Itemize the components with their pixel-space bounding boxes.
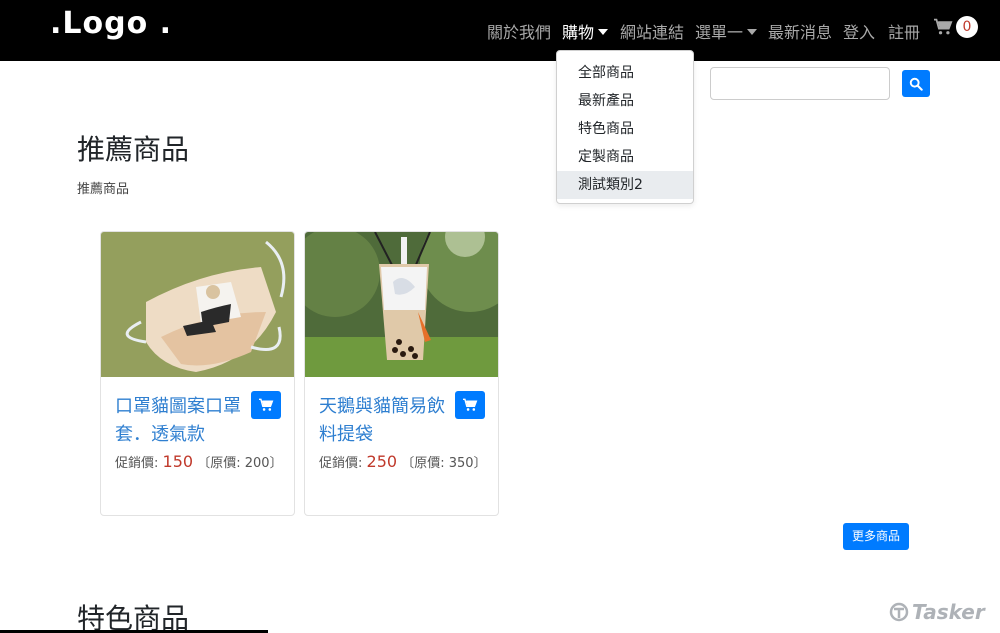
- search-input[interactable]: [710, 67, 890, 100]
- section-title-recommended: 推薦商品: [77, 133, 190, 166]
- original-price: 350: [448, 456, 474, 471]
- site-logo[interactable]: .Logo .: [50, 6, 172, 41]
- tasker-watermark: Tasker: [889, 600, 985, 624]
- dropdown-item-all-products[interactable]: 全部商品: [557, 59, 693, 87]
- section-subtitle-recommended: 推薦商品: [77, 182, 130, 197]
- cart-icon: [463, 398, 478, 411]
- promo-price: 150: [162, 452, 194, 471]
- product-card: 口罩貓圖案口罩套．透氣款 促銷價: 150 〔原價: 200〕: [100, 231, 295, 516]
- section-title-featured: 特色商品: [77, 602, 190, 633]
- dropdown-item-featured[interactable]: 特色商品: [557, 115, 693, 143]
- product-image[interactable]: [101, 232, 294, 377]
- tasker-logo-icon: [889, 602, 909, 622]
- product-name[interactable]: 口罩貓圖案口罩套．透氣款: [115, 393, 251, 449]
- cart-icon: [259, 398, 274, 411]
- product-price: 促銷價: 150 〔原價: 200〕: [115, 449, 285, 477]
- promo-price: 250: [366, 452, 398, 471]
- dropdown-item-test-category-2[interactable]: 測試類別2: [557, 171, 693, 199]
- product-card: 天鵝與貓簡易飲料提袋 促銷價: 250 〔原價: 350〕: [304, 231, 499, 516]
- nav-login[interactable]: 登入: [843, 19, 875, 43]
- nav-shopping[interactable]: 購物: [562, 19, 609, 43]
- product-image[interactable]: [305, 232, 498, 377]
- original-label: 〔原價:: [197, 456, 241, 471]
- original-label: 〔原價:: [401, 456, 445, 471]
- nav-menu-one[interactable]: 選單一: [695, 19, 758, 43]
- shopping-dropdown-menu: 全部商品 最新產品 特色商品 定製商品 測試類別2: [556, 50, 694, 204]
- nav-links[interactable]: 網站連結: [620, 19, 684, 43]
- nav-menu-one-label: 選單一: [695, 23, 744, 42]
- top-navbar: .Logo . 關於我們 購物 網站連結 選單一 最新消息 登入 註冊 0: [0, 0, 1000, 61]
- add-to-cart-button[interactable]: [251, 391, 281, 419]
- promo-label: 促銷價:: [115, 456, 159, 471]
- add-to-cart-button[interactable]: [455, 391, 485, 419]
- search-icon: [909, 77, 923, 91]
- nav-news[interactable]: 最新消息: [768, 19, 832, 43]
- original-price: 200: [244, 456, 270, 471]
- cart-icon[interactable]: [933, 18, 953, 40]
- promo-label: 促銷價:: [319, 456, 363, 471]
- chevron-down-icon: [747, 29, 758, 35]
- search-button[interactable]: [902, 70, 930, 97]
- dropdown-item-custom[interactable]: 定製商品: [557, 143, 693, 171]
- original-close: 〕: [473, 456, 487, 471]
- watermark-text: Tasker: [912, 600, 985, 624]
- nav-register[interactable]: 註冊: [888, 19, 920, 43]
- nav-shopping-label: 購物: [562, 23, 595, 42]
- product-name[interactable]: 天鵝與貓簡易飲料提袋: [319, 393, 455, 449]
- more-products-button[interactable]: 更多商品: [843, 523, 909, 550]
- chevron-down-icon: [598, 29, 609, 35]
- original-close: 〕: [269, 456, 283, 471]
- dropdown-item-new-products[interactable]: 最新產品: [557, 87, 693, 115]
- product-price: 促銷價: 250 〔原價: 350〕: [319, 449, 489, 477]
- cart-count-badge[interactable]: 0: [956, 16, 978, 38]
- nav-about[interactable]: 關於我們: [487, 19, 551, 43]
